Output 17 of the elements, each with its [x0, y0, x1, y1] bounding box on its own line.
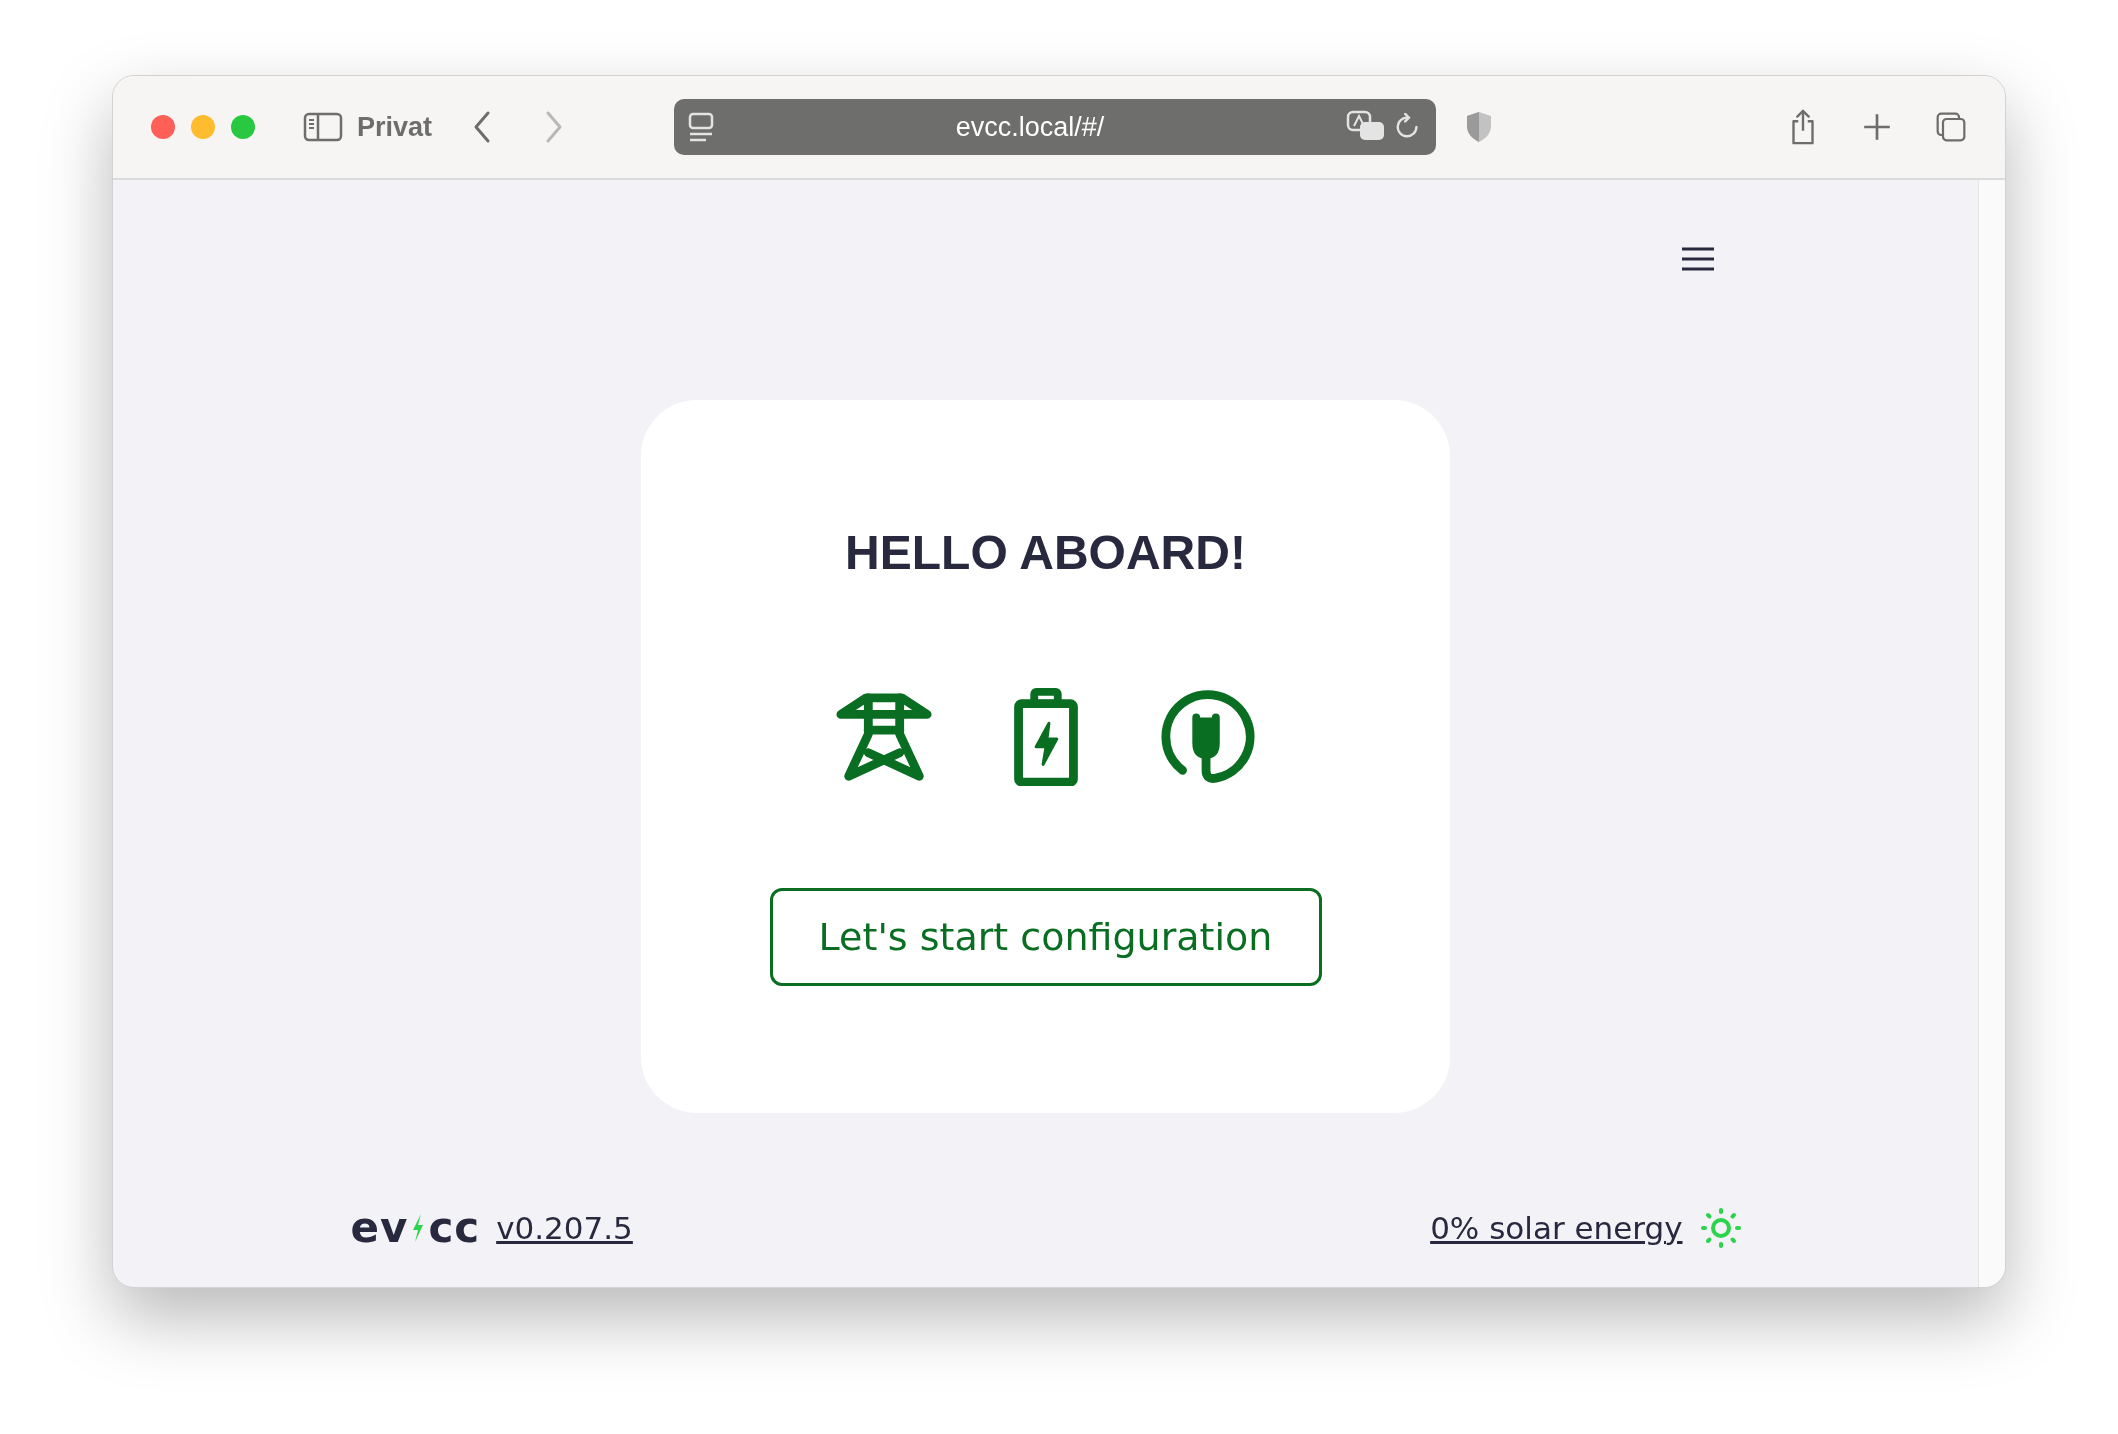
start-configuration-button[interactable]: Let's start configuration: [769, 888, 1322, 986]
logo-text: ev: [350, 1203, 409, 1252]
lightning-icon: [411, 1212, 426, 1243]
plug-icon: [1158, 688, 1257, 786]
sun-icon: [1700, 1207, 1741, 1248]
address-bar[interactable]: evcc.local/#/: [674, 99, 1437, 155]
url-text: evcc.local/#/: [954, 111, 1106, 143]
close-icon[interactable]: [151, 115, 175, 139]
logo-text: cc: [428, 1203, 481, 1252]
sidebar-icon[interactable]: [303, 112, 343, 142]
welcome-title: HELLO ABOARD!: [845, 525, 1246, 580]
solar-energy-link[interactable]: 0% solar energy: [1430, 1209, 1683, 1246]
version-link[interactable]: v0.207.5: [496, 1209, 633, 1246]
maximize-icon[interactable]: [231, 115, 255, 139]
page-icon: [688, 112, 715, 142]
profile-label[interactable]: Privat: [357, 111, 433, 143]
menu-icon[interactable]: [1680, 246, 1715, 272]
